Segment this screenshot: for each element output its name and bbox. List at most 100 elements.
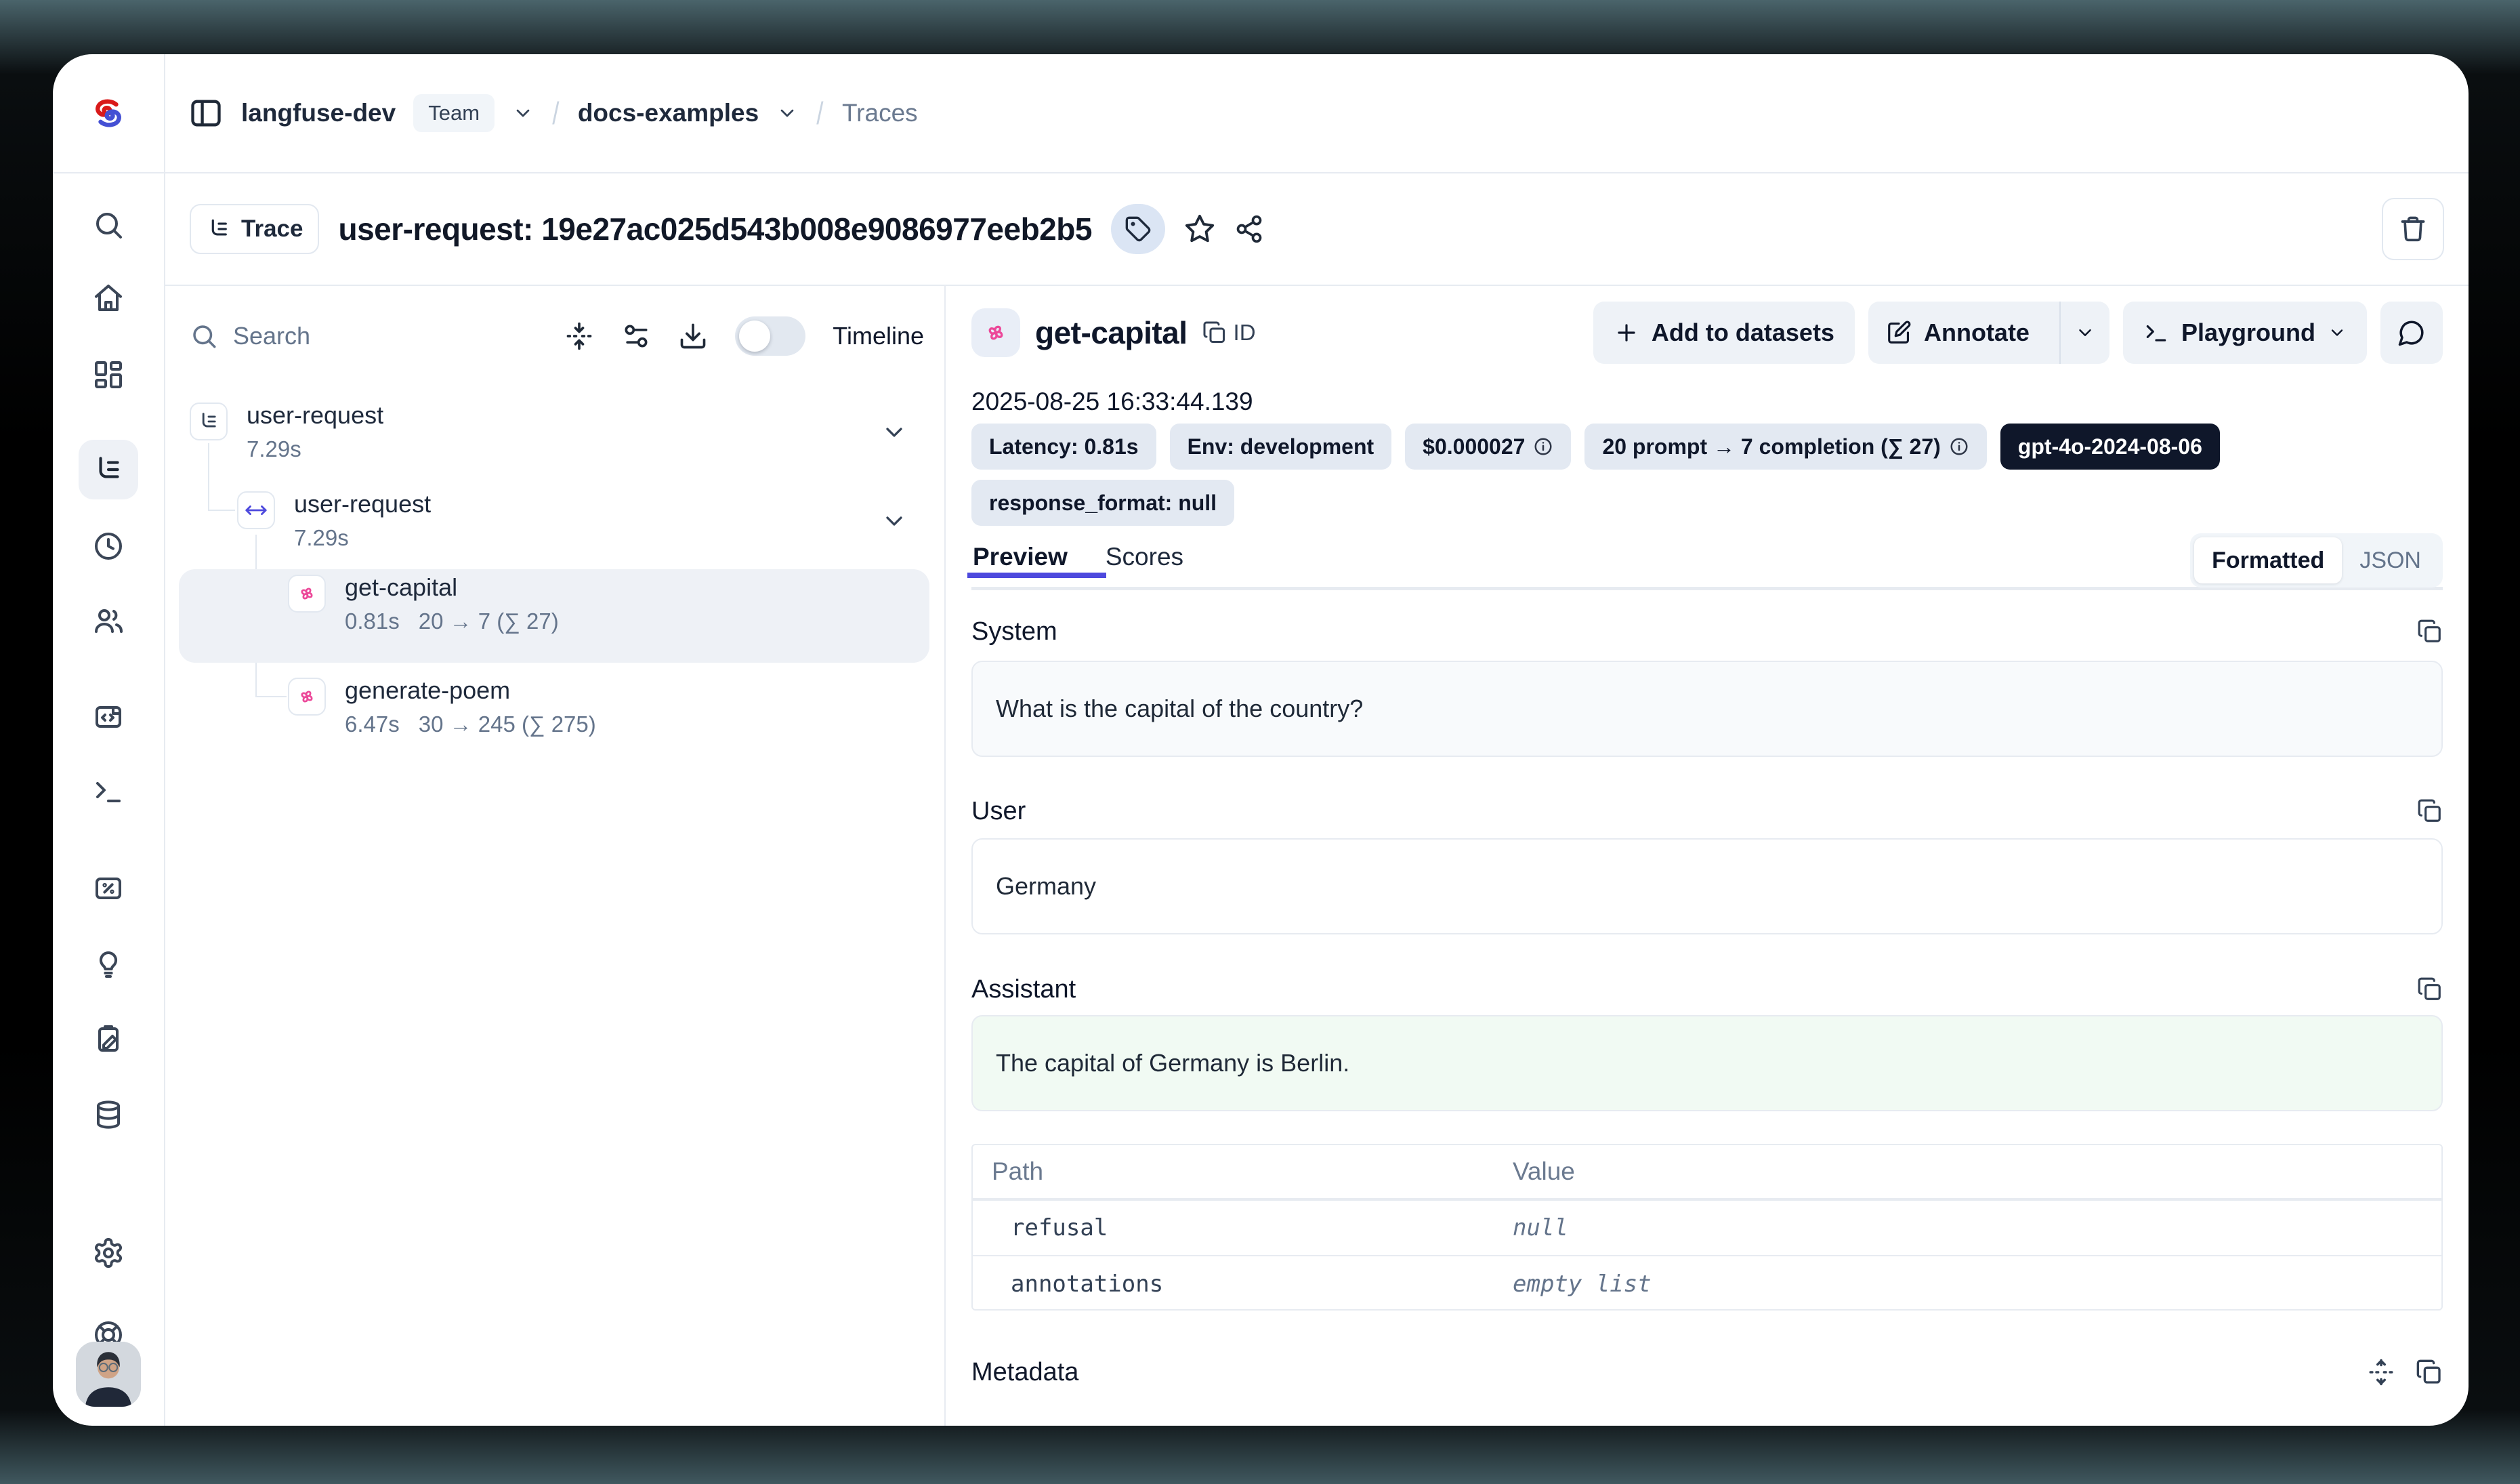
tree-node-generate-poem[interactable]: generate-poem 6.47s30 → 245 (∑ 275) (345, 676, 596, 737)
user-label: User (971, 797, 1026, 826)
tree-connector (208, 443, 209, 511)
pen-square-icon (1886, 320, 1912, 346)
path-cell: annotations (973, 1271, 1513, 1298)
timeline-label: Timeline (833, 322, 924, 350)
nav-playground-icon[interactable] (92, 775, 125, 808)
view-json-option[interactable]: JSON (2342, 537, 2439, 583)
toggle-knob (739, 321, 770, 352)
observation-header: get-capital ID Add to datasets (971, 302, 2443, 364)
download-button[interactable] (678, 321, 708, 351)
user-avatar[interactable] (76, 1342, 141, 1407)
observation-badges: Latency: 0.81s Env: development $0.00002… (971, 424, 2443, 470)
tab-scores[interactable]: Scores (1104, 539, 1190, 571)
bookmark-star-button[interactable] (1184, 213, 1215, 245)
nav-tracing-active[interactable] (79, 440, 138, 499)
copy-user-button[interactable] (2417, 798, 2443, 824)
chevron-down-icon (2328, 323, 2347, 342)
assistant-label: Assistant (971, 975, 1076, 1004)
breadcrumb-project[interactable]: langfuse-dev (241, 99, 396, 127)
nav-prompts-icon[interactable] (92, 701, 125, 733)
sidebar-toggle-icon[interactable] (188, 96, 224, 131)
timeline-toggle[interactable] (735, 316, 805, 356)
view-formatted-option[interactable]: Formatted (2194, 537, 2342, 583)
tree-settings-button[interactable] (621, 321, 651, 351)
add-to-datasets-button[interactable]: Add to datasets (1593, 302, 1855, 364)
nav-home-icon[interactable] (92, 282, 125, 314)
delete-trace-button[interactable] (2382, 198, 2444, 260)
search-input[interactable] (233, 322, 409, 350)
annotate-dropdown-button[interactable] (2059, 302, 2109, 364)
share-icon (1234, 214, 1264, 244)
tag-icon (1125, 215, 1152, 243)
comment-icon (2397, 318, 2426, 347)
terminal-icon (2143, 320, 2169, 346)
nav-users-icon[interactable] (92, 604, 125, 637)
generation-icon (971, 308, 1020, 357)
logo-cell (53, 54, 165, 172)
model-badge[interactable]: gpt-4o-2024-08-06 (2000, 424, 2220, 470)
trace-icon (206, 216, 232, 242)
tokens-badge: 20 prompt → 7 completion (∑ 27) (1584, 424, 1986, 470)
output-fields-table: Path Value refusal null annotations empt… (971, 1144, 2443, 1311)
plus-icon (1614, 320, 1639, 346)
system-section-header: System (971, 615, 2443, 648)
chevron-down-icon (2075, 323, 2095, 343)
copy-icon (2417, 619, 2443, 644)
tree-node-get-capital[interactable]: get-capital 0.81s20 → 7 (∑ 27) (345, 573, 559, 634)
cost-badge: $0.000027 (1405, 424, 1571, 470)
breadcrumb-separator: / (816, 95, 823, 131)
detail-tabs: Preview Scores Formatted JSON (971, 539, 2443, 590)
breadcrumb-page[interactable]: Traces (842, 99, 918, 127)
assistant-section-header: Assistant (971, 973, 2443, 1006)
share-button[interactable] (1234, 214, 1264, 244)
nav-annotation-icon[interactable] (92, 1023, 125, 1055)
observation-badges-row2: response_format: null (971, 480, 2443, 526)
metadata-label: Metadata (971, 1358, 1078, 1387)
star-icon (1184, 213, 1215, 245)
path-cell: refusal (973, 1214, 1513, 1241)
comments-button[interactable] (2380, 302, 2443, 364)
nav-rail (53, 173, 165, 1426)
view-mode-toggle: Formatted JSON (2190, 533, 2443, 588)
generation-node-icon (288, 678, 326, 716)
chevron-down-icon[interactable] (881, 419, 908, 446)
tree-connector (208, 510, 235, 511)
trace-header-row: Trace user-request: 19e27ac025d543b008e9… (165, 173, 2469, 286)
tree-node-user-request-span[interactable]: user-request 7.29s (294, 490, 431, 551)
annotate-button[interactable]: Annotate (1868, 302, 2047, 364)
nav-datasets-icon[interactable] (92, 1098, 125, 1131)
copy-system-button[interactable] (2417, 619, 2443, 644)
copy-id-button[interactable]: ID (1202, 320, 1256, 346)
tab-preview[interactable]: Preview (971, 539, 1074, 571)
observation-actions: Add to datasets Annotate (1593, 302, 2443, 364)
download-icon (678, 321, 708, 351)
breadcrumb-org[interactable]: docs-examples (578, 99, 759, 127)
span-node-icon (237, 491, 275, 529)
nav-evaluation-icon[interactable] (92, 948, 125, 981)
playground-button[interactable]: Playground (2123, 302, 2367, 364)
system-message-box: What is the capital of the country? (971, 661, 2443, 757)
tree-search[interactable] (190, 322, 537, 350)
chevron-down-icon[interactable] (512, 102, 534, 124)
copy-metadata-button[interactable] (2416, 1359, 2443, 1386)
tree-node-user-request-root[interactable]: user-request 7.29s (247, 401, 383, 462)
sliders-icon (621, 321, 651, 351)
nav-search-icon[interactable] (92, 209, 125, 241)
expand-metadata-button[interactable] (2367, 1358, 2395, 1386)
chevron-down-icon[interactable] (881, 508, 908, 535)
copy-assistant-button[interactable] (2417, 976, 2443, 1002)
nav-settings-icon[interactable] (92, 1237, 125, 1269)
project-role-badge: Team (413, 94, 495, 132)
table-row: annotations empty list (973, 1256, 2441, 1312)
trace-type-badge: Trace (190, 204, 319, 254)
observation-timestamp: 2025-08-25 16:33:44.139 (971, 388, 2443, 416)
nav-scores-icon[interactable] (92, 872, 125, 905)
chevron-down-icon[interactable] (776, 102, 798, 124)
tag-button[interactable] (1111, 204, 1165, 254)
info-icon[interactable] (1949, 436, 1969, 457)
info-icon[interactable] (1533, 436, 1553, 457)
nav-sessions-icon[interactable] (92, 530, 125, 562)
nav-dashboard-icon[interactable] (92, 358, 125, 391)
collapse-all-button[interactable] (564, 321, 594, 351)
tree-connector (255, 696, 287, 697)
